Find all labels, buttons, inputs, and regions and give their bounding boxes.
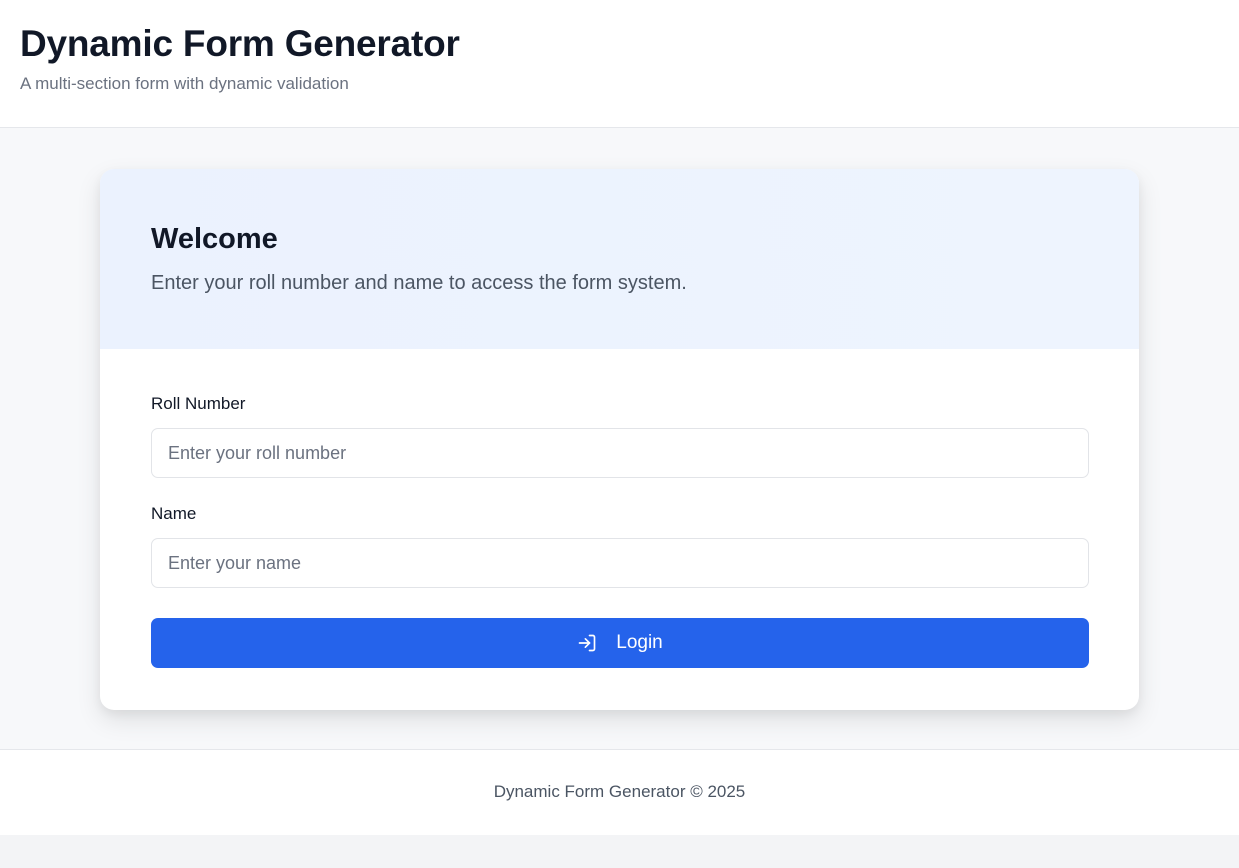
login-card-header: Welcome Enter your roll number and name … bbox=[100, 169, 1139, 349]
main-content: Welcome Enter your roll number and name … bbox=[0, 128, 1239, 750]
name-label: Name bbox=[151, 504, 197, 523]
app-footer: Dynamic Form Generator © 2025 bbox=[0, 750, 1239, 835]
roll-number-field: Roll Number bbox=[151, 394, 1089, 478]
login-form: Roll Number Name Login bbox=[100, 349, 1139, 668]
login-icon bbox=[577, 633, 597, 653]
name-input[interactable] bbox=[151, 538, 1089, 588]
login-button-label: Login bbox=[616, 632, 663, 653]
app-subtitle: A multi-section form with dynamic valida… bbox=[20, 74, 349, 93]
login-button[interactable]: Login bbox=[151, 618, 1089, 668]
name-field: Name bbox=[151, 504, 1089, 588]
app-title: Dynamic Form Generator bbox=[20, 23, 460, 64]
card-title: Welcome bbox=[151, 223, 278, 255]
card-description: Enter your roll number and name to acces… bbox=[151, 272, 687, 294]
roll-number-input[interactable] bbox=[151, 428, 1089, 478]
login-card: Welcome Enter your roll number and name … bbox=[100, 169, 1139, 710]
footer-text: Dynamic Form Generator © 2025 bbox=[493, 782, 746, 801]
app-header: Dynamic Form Generator A multi-section f… bbox=[0, 0, 1239, 128]
roll-number-label: Roll Number bbox=[151, 394, 246, 413]
